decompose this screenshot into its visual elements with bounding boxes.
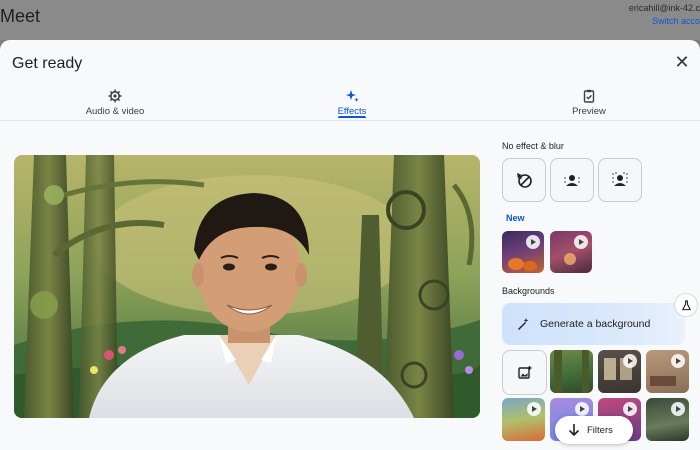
full-blur-button[interactable] [598, 158, 642, 202]
tab-preview[interactable]: Preview [529, 88, 649, 117]
tab-effects[interactable]: Effects [292, 88, 412, 118]
slight-blur-button[interactable] [550, 158, 594, 202]
background-thumb[interactable] [646, 398, 689, 441]
dialog-title: Get ready [12, 55, 83, 72]
add-image-icon [517, 365, 531, 379]
settings-gear-icon [108, 89, 122, 103]
play-icon [671, 402, 685, 416]
play-icon [527, 402, 541, 416]
new-effect-thumb[interactable] [550, 231, 592, 273]
app-title: Meet [0, 6, 41, 26]
background-thumb[interactable] [646, 350, 689, 393]
tab-bar: Audio & video Effects Preview [0, 88, 700, 121]
upload-background-button[interactable] [502, 350, 547, 395]
sparkle-icon [346, 90, 359, 103]
play-icon [623, 402, 637, 416]
slight-blur-icon [564, 175, 580, 186]
tab-preview-label: Preview [572, 106, 606, 117]
account-info: ericahill@ink-42.c Switch acco [629, 2, 700, 28]
camera-preview-image [14, 155, 480, 418]
filters-label: Filters [587, 424, 613, 436]
generate-background-label: Generate a background [540, 318, 651, 330]
magic-pen-icon [518, 318, 529, 330]
play-icon [575, 402, 589, 416]
full-blur-icon [612, 172, 628, 186]
get-ready-dialog: Get ready ✕ Audio & video Effects Previe… [0, 40, 700, 450]
active-tab-indicator [338, 116, 366, 118]
camera-preview [14, 155, 480, 418]
backgrounds-label: Backgrounds [502, 286, 555, 296]
account-email: ericahill@ink-42.c [628, 3, 700, 13]
new-effects-label: New [506, 213, 525, 223]
generate-background-button[interactable]: Generate a background [502, 303, 685, 345]
clipboard-check-icon [583, 89, 595, 103]
background-thumb[interactable] [502, 398, 545, 441]
labs-flask-button[interactable] [674, 293, 698, 317]
top-bar: Meet ericahill@ink-42.c Switch acco [0, 0, 700, 40]
play-icon [526, 235, 540, 249]
filters-button[interactable]: Filters [555, 416, 633, 444]
flask-icon [681, 299, 691, 310]
background-thumb[interactable] [598, 350, 641, 393]
play-icon [623, 354, 637, 368]
switch-account-link[interactable]: Switch acco [629, 15, 700, 28]
no-effect-button[interactable] [502, 158, 546, 202]
background-thumb[interactable] [550, 350, 593, 393]
no-effect-icon [517, 173, 532, 188]
arrow-down-icon [568, 424, 580, 437]
tab-audio-video-label: Audio & video [85, 106, 145, 117]
no-effect-blur-label: No effect & blur [502, 141, 564, 151]
new-effect-thumb[interactable] [502, 231, 544, 273]
play-icon [574, 235, 588, 249]
tab-audio-video[interactable]: Audio & video [55, 88, 175, 117]
background-thumb-image [554, 350, 589, 393]
play-icon [671, 354, 685, 368]
close-icon[interactable]: ✕ [672, 52, 692, 72]
